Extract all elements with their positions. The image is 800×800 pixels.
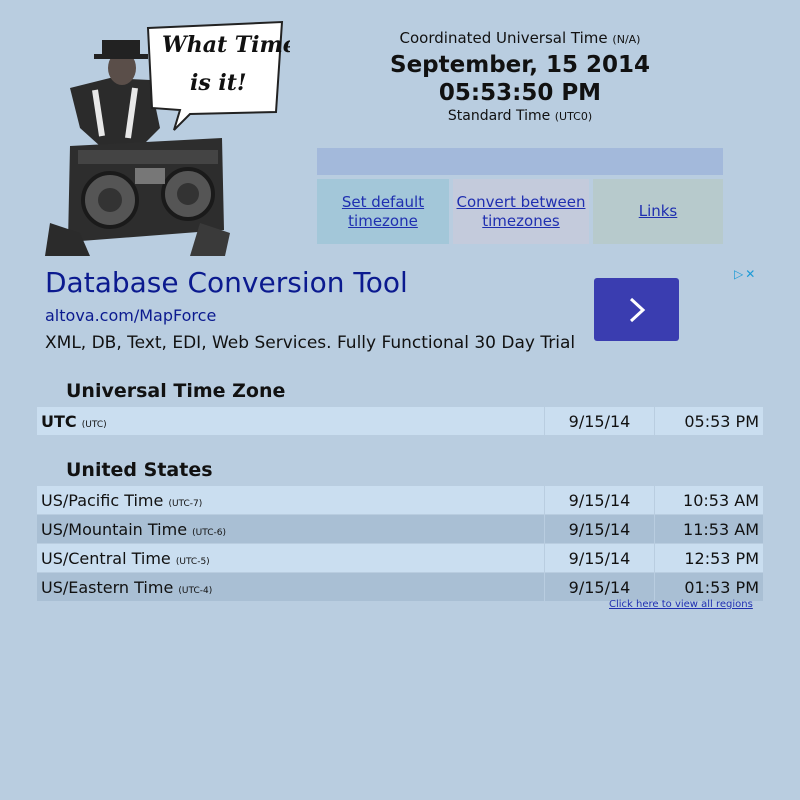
universal-section-title: Universal Time Zone bbox=[66, 380, 286, 402]
ad-url[interactable]: altova.com/MapForce bbox=[45, 306, 216, 325]
zone-date: 9/15/14 bbox=[544, 486, 655, 515]
ad-description: XML, DB, Text, EDI, Web Services. Fully … bbox=[45, 333, 576, 353]
table-row: US/Pacific Time (UTC-7) 9/15/14 10:53 AM bbox=[37, 486, 763, 515]
current-time: 05:53:50 PM bbox=[438, 80, 602, 106]
table-row: UTC (UTC) 9/15/14 05:53 PM bbox=[37, 407, 763, 436]
universal-table: UTC (UTC) 9/15/14 05:53 PM bbox=[37, 407, 763, 436]
current-time-panel: Coordinated Universal Time (N/A) Septemb… bbox=[318, 28, 722, 126]
table-row: US/Eastern Time (UTC-4) 9/15/14 01:53 PM bbox=[37, 572, 763, 602]
header-bar bbox=[317, 148, 723, 175]
zone-abbr: (UTC) bbox=[81, 419, 107, 430]
zone-time: 05:53 PM bbox=[654, 407, 763, 436]
zone-name: US/Eastern Time bbox=[41, 577, 174, 597]
zone-abbr: (UTC-5) bbox=[175, 556, 210, 567]
ad-go-button[interactable] bbox=[594, 278, 679, 341]
chevron-right-icon bbox=[629, 297, 645, 322]
table-row: US/Mountain Time (UTC-6) 9/15/14 11:53 A… bbox=[37, 514, 763, 544]
zone-date: 9/15/14 bbox=[544, 572, 655, 602]
zone-date: 9/15/14 bbox=[544, 514, 655, 544]
table-row: US/Central Time (UTC-5) 9/15/14 12:53 PM bbox=[37, 543, 763, 573]
standard-time-abbr: (UTC0) bbox=[554, 110, 593, 123]
zone-date: 9/15/14 bbox=[544, 543, 655, 573]
current-date: September, 15 2014 bbox=[390, 52, 650, 78]
ad-headline[interactable]: Database Conversion Tool bbox=[45, 266, 408, 299]
zone-name: US/Central Time bbox=[41, 548, 171, 568]
zone-abbr: (UTC-6) bbox=[192, 527, 226, 538]
zone-time: 11:53 AM bbox=[654, 514, 763, 544]
adchoices[interactable]: ▷ ✕ bbox=[734, 267, 764, 283]
speech-line-1: What Time bbox=[162, 32, 290, 58]
adchoices-icon[interactable]: ▷ bbox=[734, 267, 743, 283]
zone-name: US/Mountain Time bbox=[41, 519, 188, 539]
view-all-regions-link[interactable]: Click here to view all regions bbox=[609, 599, 753, 610]
set-default-timezone-link[interactable]: Set default timezone bbox=[317, 179, 449, 244]
convert-timezones-link[interactable]: Convert between timezones bbox=[453, 179, 589, 244]
page: What Time is it! Coordinated Universal T… bbox=[0, 0, 800, 800]
advertisement[interactable]: Database Conversion Tool altova.com/MapF… bbox=[36, 264, 766, 364]
zone-name: US/Pacific Time bbox=[41, 490, 164, 510]
nav-menu: Set default timezone Convert between tim… bbox=[317, 179, 723, 244]
zone-time: 01:53 PM bbox=[654, 572, 763, 602]
zone-name: Coordinated Universal Time bbox=[399, 29, 608, 47]
us-table: US/Pacific Time (UTC-7) 9/15/14 10:53 AM… bbox=[37, 486, 763, 602]
zone-abbr: (UTC-4) bbox=[178, 585, 213, 596]
us-section-title: United States bbox=[66, 459, 213, 481]
zone-date: 9/15/14 bbox=[544, 407, 655, 436]
zone-time: 10:53 AM bbox=[654, 486, 763, 515]
links-link[interactable]: Links bbox=[593, 179, 723, 244]
zone-abbr: (N/A) bbox=[612, 33, 641, 46]
zone-time: 12:53 PM bbox=[654, 543, 763, 573]
zone-abbr: (UTC-7) bbox=[168, 498, 203, 509]
what-time-is-it-logo: What Time is it! bbox=[45, 20, 290, 256]
ad-close-icon[interactable]: ✕ bbox=[745, 267, 755, 283]
speech-line-2: is it! bbox=[190, 70, 247, 96]
standard-time-label: Standard Time bbox=[447, 108, 551, 124]
zone-name: UTC bbox=[41, 411, 77, 431]
